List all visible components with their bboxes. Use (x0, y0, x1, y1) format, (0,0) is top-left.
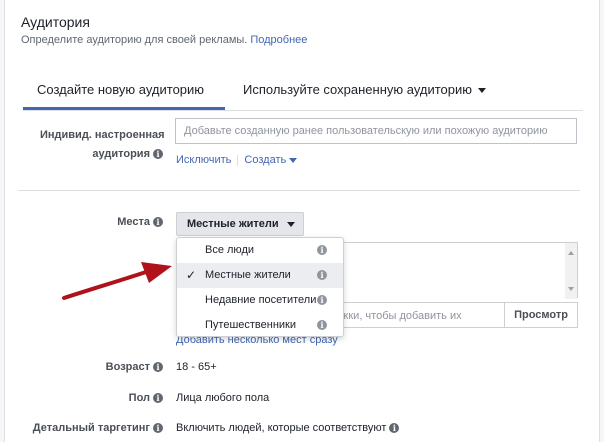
browse-button[interactable]: Просмотр (504, 303, 577, 327)
detailed-targeting-label: Детальный таргетинг i (14, 422, 163, 434)
section-subtitle: Определите аудиторию для своей рекламы. П… (21, 34, 307, 46)
checkmark-icon: ✓ (186, 268, 197, 282)
tab-new-audience[interactable]: Создайте новую аудиторию (37, 82, 204, 97)
scrollbar[interactable] (565, 243, 577, 299)
section-divider (18, 190, 580, 191)
info-icon[interactable]: i (317, 245, 327, 255)
gender-label: Пол i (60, 392, 163, 404)
places-dropdown-menu: Все люди i ✓ Местные жители i Недавние п… (176, 237, 344, 337)
chevron-down-icon (478, 88, 487, 94)
scroll-up-icon[interactable] (568, 251, 574, 255)
menu-item-recent-visitors[interactable]: Недавние посетители i (177, 288, 343, 313)
detailed-targeting-label-text: Детальный таргетинг (32, 422, 150, 434)
chevron-down-icon (286, 221, 295, 227)
learn-more-link[interactable]: Подробнее (250, 34, 307, 46)
places-label-text: Места (117, 216, 150, 228)
scroll-down-icon[interactable] (568, 287, 574, 291)
custom-audience-links: Исключить Создать (176, 154, 298, 166)
places-label: Места i (60, 216, 163, 228)
menu-item-travelers[interactable]: Путешественники i (177, 313, 343, 338)
audience-tabs: Создайте новую аудиторию Используйте сох… (23, 72, 583, 111)
section-title: Аудитория (21, 14, 90, 30)
info-icon[interactable]: i (153, 217, 163, 228)
menu-item-label: Недавние посетители (205, 294, 317, 306)
info-icon[interactable]: i (317, 270, 327, 280)
menu-item-all-people[interactable]: Все люди i (177, 238, 343, 263)
detailed-targeting-text: Включить людей, которые соответствуют (176, 422, 387, 434)
info-icon[interactable]: i (153, 149, 163, 160)
custom-audience-input[interactable]: Добавьте созданную ранее пользовательску… (175, 118, 577, 144)
active-tab-indicator (23, 107, 225, 110)
info-icon[interactable]: i (153, 423, 163, 434)
create-link-label: Создать (244, 154, 287, 166)
tab-saved-audience-label: Используйте сохраненную аудиторию (243, 82, 473, 97)
custom-audience-label: аудитория i (40, 148, 163, 160)
link-separator (237, 154, 239, 166)
custom-audience-placeholder: Добавьте созданную ранее пользовательску… (184, 125, 548, 137)
menu-item-local-residents[interactable]: ✓ Местные жители i (177, 263, 343, 288)
section-subtitle-text: Определите аудиторию для своей рекламы. (21, 34, 248, 46)
exclude-link[interactable]: Исключить (176, 154, 231, 166)
places-selected-value: Местные жители (187, 218, 279, 230)
age-label: Возраст i (60, 361, 163, 373)
info-icon[interactable]: i (153, 362, 163, 373)
location-search-placeholder: жки, чтобы добавить их (341, 310, 462, 322)
custom-audience-label-line1: Индивид. настроенная (40, 129, 165, 141)
detailed-targeting-value: Включить людей, которые соответствуют i (176, 422, 400, 434)
create-link[interactable]: Создать (244, 154, 298, 166)
menu-item-label: Все люди (205, 244, 255, 256)
gender-label-text: Пол (128, 392, 150, 404)
menu-item-label: Местные жители (205, 269, 291, 281)
info-icon[interactable]: i (153, 393, 163, 404)
gender-value[interactable]: Лица любого пола (176, 392, 269, 404)
menu-item-label: Путешественники (205, 319, 297, 331)
age-label-text: Возраст (105, 361, 150, 373)
custom-audience-label-line2: аудитория (92, 148, 150, 160)
info-icon[interactable]: i (389, 423, 400, 434)
age-value[interactable]: 18 - 65+ (176, 361, 217, 373)
places-dropdown-button[interactable]: Местные жители (176, 212, 304, 236)
info-icon[interactable]: i (317, 320, 327, 330)
info-icon[interactable]: i (317, 295, 327, 305)
tab-saved-audience[interactable]: Используйте сохраненную аудиторию (243, 82, 487, 97)
chevron-down-icon (289, 157, 298, 163)
